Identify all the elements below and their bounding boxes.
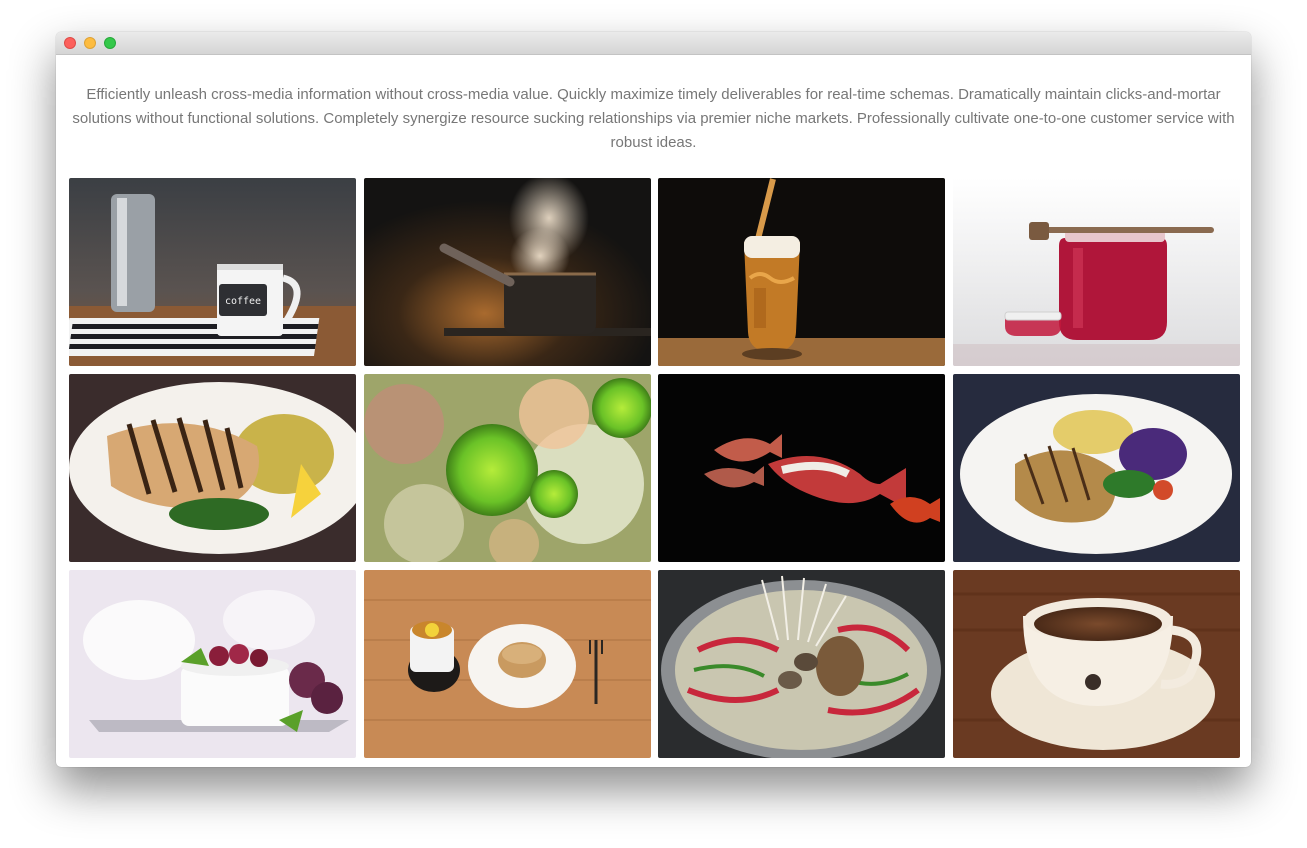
gallery-image-koi-fish[interactable] — [658, 374, 946, 562]
gallery-image-dessert[interactable] — [69, 570, 356, 758]
gallery-image-green-flowers[interactable] — [363, 374, 651, 562]
gallery-image-chicken-salad[interactable] — [953, 374, 1241, 562]
gallery-image-mushroom-hot-pot[interactable] — [658, 570, 946, 758]
gallery-image-honey-jar[interactable] — [953, 178, 1241, 366]
minimize-window-button[interactable] — [84, 37, 96, 49]
gallery-image-tea-and-bun[interactable] — [363, 570, 651, 758]
gallery-image-steaming-pan[interactable] — [363, 178, 651, 366]
zoom-window-button[interactable] — [104, 37, 116, 49]
image-gallery: coffee — [69, 178, 1241, 758]
browser-window: Efficiently unleash cross-media informat… — [56, 32, 1251, 767]
gallery-image-coffee-mug[interactable]: coffee — [69, 178, 356, 366]
gallery-image-grilled-fish[interactable] — [69, 374, 356, 562]
gallery-image-beer[interactable] — [658, 178, 946, 366]
gallery-image-espresso[interactable] — [953, 570, 1241, 758]
close-window-button[interactable] — [64, 37, 76, 49]
coffee-mug-label: coffee — [225, 296, 261, 307]
intro-paragraph: Efficiently unleash cross-media informat… — [72, 86, 1235, 151]
window-titlebar — [56, 32, 1251, 55]
